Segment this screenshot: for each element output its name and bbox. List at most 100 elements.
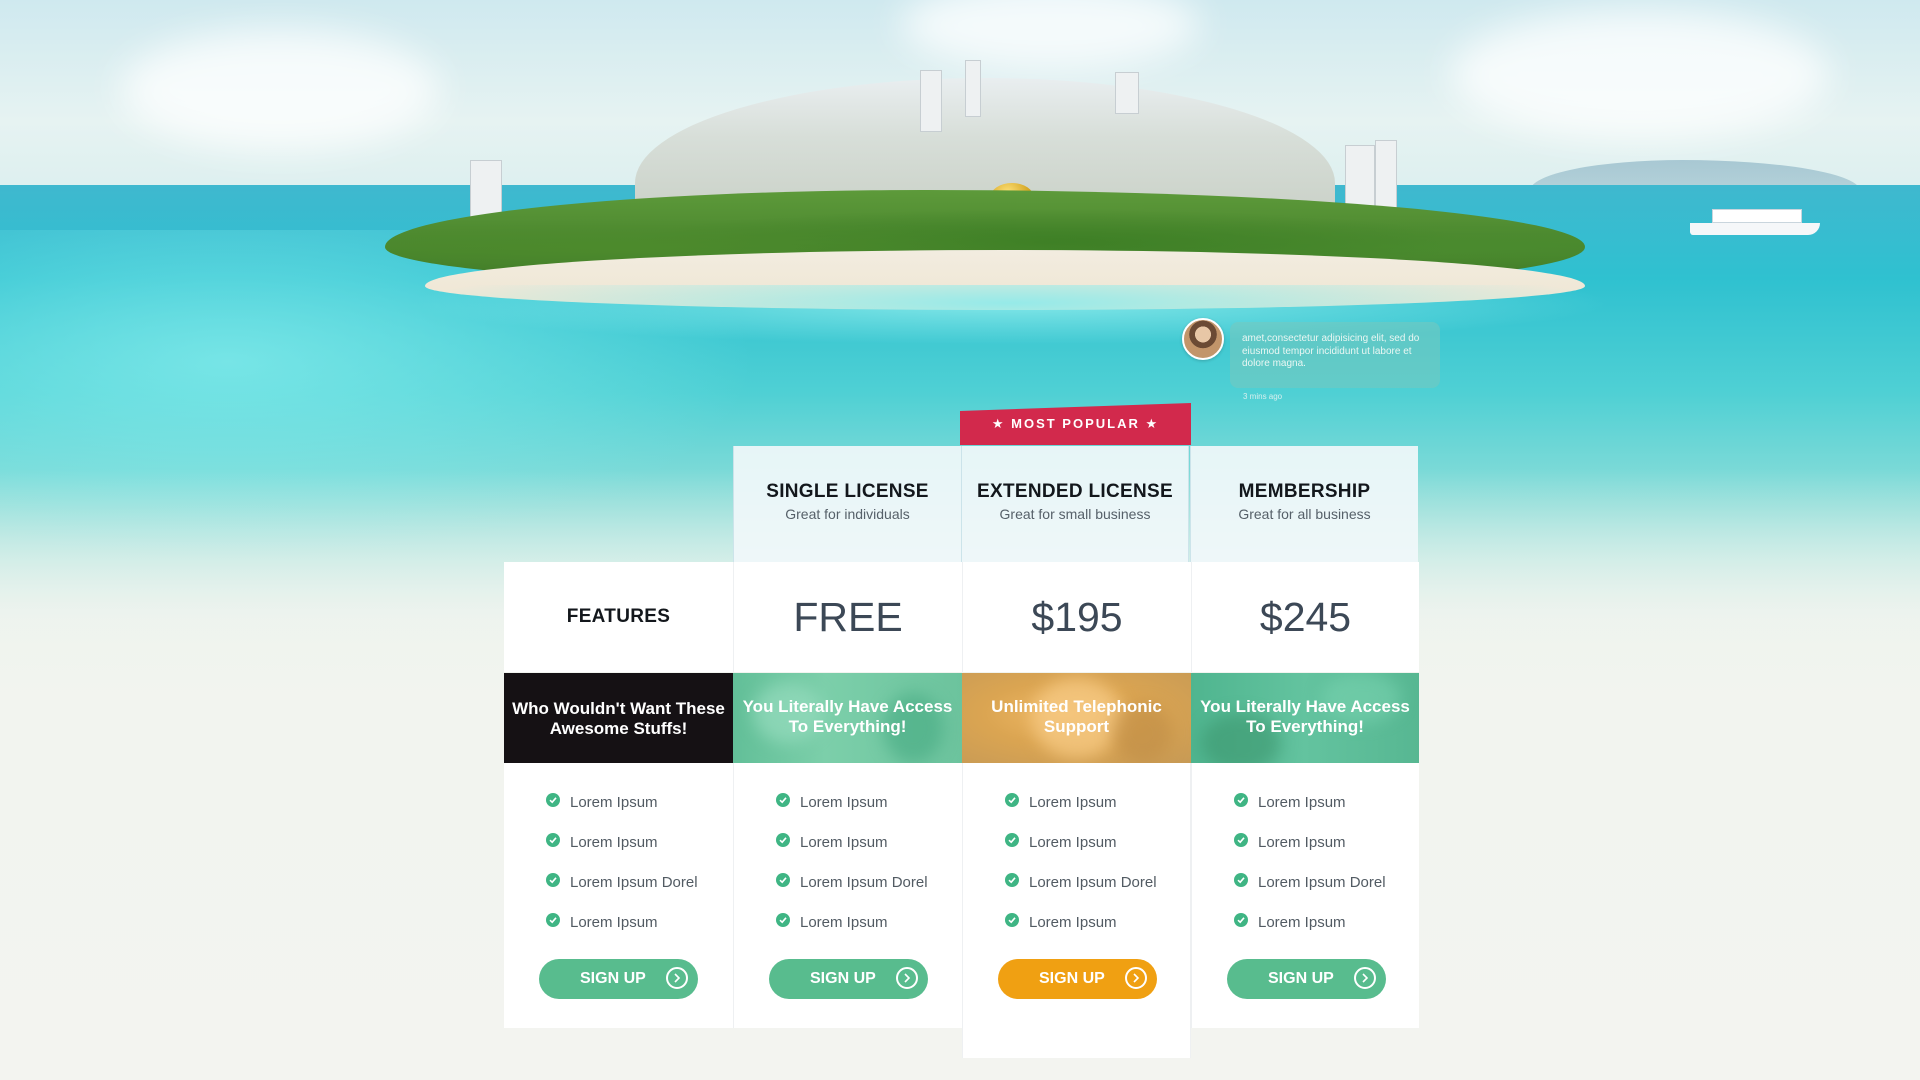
plan-body-extended: Lorem Ipsum Lorem Ipsum Lorem Ipsum Dore… (962, 763, 1191, 1058)
features-banner: Who Wouldn't Want These Awesome Stuffs! (504, 673, 733, 763)
price-cell-extended: $195 (962, 562, 1191, 672)
check-circle-icon (1234, 913, 1248, 927)
feature-text: Lorem Ipsum (800, 793, 888, 811)
plan-price: $195 (1031, 594, 1123, 640)
check-circle-icon (1005, 833, 1019, 847)
feature-text: Lorem Ipsum (1029, 793, 1117, 811)
check-circle-icon (546, 873, 560, 887)
features-column-body: Lorem Ipsum Lorem Ipsum Lorem Ipsum Dore… (504, 763, 733, 1028)
plan-header-membership: MEMBERSHIP Great for all business (1190, 446, 1418, 563)
feature-text: Lorem Ipsum Dorel (800, 873, 928, 891)
signup-label: SIGN UP (1268, 970, 1334, 987)
check-circle-icon (776, 913, 790, 927)
feature-item: Lorem Ipsum (776, 902, 962, 942)
feature-text: Lorem Ipsum (800, 913, 888, 931)
feature-item: Lorem Ipsum (546, 822, 733, 862)
plan-banner-extended: Unlimited Telephonic Support (962, 673, 1191, 763)
check-circle-icon (1234, 793, 1248, 807)
feature-item: Lorem Ipsum Dorel (1005, 862, 1190, 902)
feature-text: Lorem Ipsum (570, 833, 658, 851)
feature-list: Lorem Ipsum Lorem Ipsum Lorem Ipsum Dore… (963, 763, 1190, 942)
check-circle-icon (776, 793, 790, 807)
chat-message: amet,consectetur adipisicing elit, sed d… (1242, 333, 1420, 369)
price-cell-membership: $245 (1191, 562, 1419, 672)
ship-hull (1690, 223, 1820, 235)
signup-label: SIGN UP (810, 970, 876, 987)
check-circle-icon (546, 833, 560, 847)
plan-name: SINGLE LICENSE (766, 481, 929, 502)
building (920, 70, 942, 132)
plan-subtitle: Great for individuals (785, 506, 910, 522)
feature-text: Lorem Ipsum (1029, 913, 1117, 931)
feature-list: Lorem Ipsum Lorem Ipsum Lorem Ipsum Dore… (734, 763, 962, 942)
feature-text: Lorem Ipsum (800, 833, 888, 851)
check-circle-icon (1005, 873, 1019, 887)
feature-list: Lorem Ipsum Lorem Ipsum Lorem Ipsum Dore… (504, 763, 733, 942)
plan-price: $245 (1259, 594, 1352, 640)
chevron-right-circle-icon (666, 967, 688, 989)
check-circle-icon (1234, 833, 1248, 847)
feature-text: Lorem Ipsum Dorel (1029, 873, 1157, 891)
plan-name: MEMBERSHIP (1238, 481, 1371, 502)
feature-item: Lorem Ipsum (1234, 822, 1419, 862)
feature-list: Lorem Ipsum Lorem Ipsum Lorem Ipsum Dore… (1192, 763, 1419, 942)
feature-text: Lorem Ipsum Dorel (570, 873, 698, 891)
signup-button[interactable]: SIGN UP (998, 959, 1157, 999)
feature-item: Lorem Ipsum (1005, 902, 1190, 942)
signup-label: SIGN UP (1039, 970, 1105, 987)
feature-item: Lorem Ipsum (1234, 782, 1419, 822)
avatar[interactable] (1182, 318, 1224, 360)
feature-item: Lorem Ipsum Dorel (546, 862, 733, 902)
feature-item: Lorem Ipsum (546, 782, 733, 822)
plan-name: EXTENDED LICENSE (977, 481, 1173, 502)
feature-item: Lorem Ipsum (546, 902, 733, 942)
feature-text: Lorem Ipsum (1258, 913, 1346, 931)
feature-item: Lorem Ipsum (776, 782, 962, 822)
building (965, 60, 981, 117)
feature-item: Lorem Ipsum (776, 822, 962, 862)
signup-button[interactable]: SIGN UP (1227, 959, 1386, 999)
feature-item: Lorem Ipsum Dorel (776, 862, 962, 902)
check-circle-icon (1005, 913, 1019, 927)
check-circle-icon (546, 913, 560, 927)
signup-button[interactable]: SIGN UP (769, 959, 928, 999)
building (1115, 72, 1139, 114)
check-circle-icon (546, 793, 560, 807)
plan-body-membership: Lorem Ipsum Lorem Ipsum Lorem Ipsum Dore… (1191, 763, 1419, 1028)
feature-text: Lorem Ipsum (570, 913, 658, 931)
chevron-right-circle-icon (1354, 967, 1376, 989)
price-cell-single: FREE (733, 562, 962, 672)
feature-item: Lorem Ipsum Dorel (1234, 862, 1419, 902)
plan-subtitle: Great for all business (1238, 506, 1371, 522)
feature-item: Lorem Ipsum (1005, 782, 1190, 822)
chevron-right-circle-icon (896, 967, 918, 989)
banner-text: Who Wouldn't Want These Awesome Stuffs! (512, 699, 725, 738)
plan-banner-single: You Literally Have Access To Everything! (733, 673, 962, 763)
plan-header-single: SINGLE LICENSE Great for individuals (733, 446, 961, 563)
features-title: FEATURES (566, 606, 671, 627)
feature-text: Lorem Ipsum (1258, 833, 1346, 851)
island-illustration (345, 60, 1615, 345)
check-circle-icon (776, 833, 790, 847)
features-header-cell: FEATURES (504, 562, 733, 672)
signup-button[interactable]: SIGN UP (539, 959, 698, 999)
feature-text: Lorem Ipsum (1258, 793, 1346, 811)
plan-banner-membership: You Literally Have Access To Everything! (1191, 673, 1419, 763)
feature-text: Lorem Ipsum (570, 793, 658, 811)
check-circle-icon (776, 873, 790, 887)
plan-body-single: Lorem Ipsum Lorem Ipsum Lorem Ipsum Dore… (733, 763, 962, 1028)
cruise-ship (1690, 205, 1820, 235)
feature-item: Lorem Ipsum (1005, 822, 1190, 862)
plan-subtitle: Great for small business (999, 506, 1151, 522)
signup-label: SIGN UP (580, 970, 646, 987)
check-circle-icon (1234, 873, 1248, 887)
feature-item: Lorem Ipsum (1234, 902, 1419, 942)
feature-text: Lorem Ipsum Dorel (1258, 873, 1386, 891)
check-circle-icon (1005, 793, 1019, 807)
ship-deck (1712, 209, 1802, 223)
feature-text: Lorem Ipsum (1029, 833, 1117, 851)
chevron-right-circle-icon (1125, 967, 1147, 989)
chat-bubble: amet,consectetur adipisicing elit, sed d… (1230, 322, 1440, 388)
plan-header-extended: EXTENDED LICENSE Great for small busines… (961, 446, 1189, 563)
plan-price: FREE (793, 594, 903, 640)
